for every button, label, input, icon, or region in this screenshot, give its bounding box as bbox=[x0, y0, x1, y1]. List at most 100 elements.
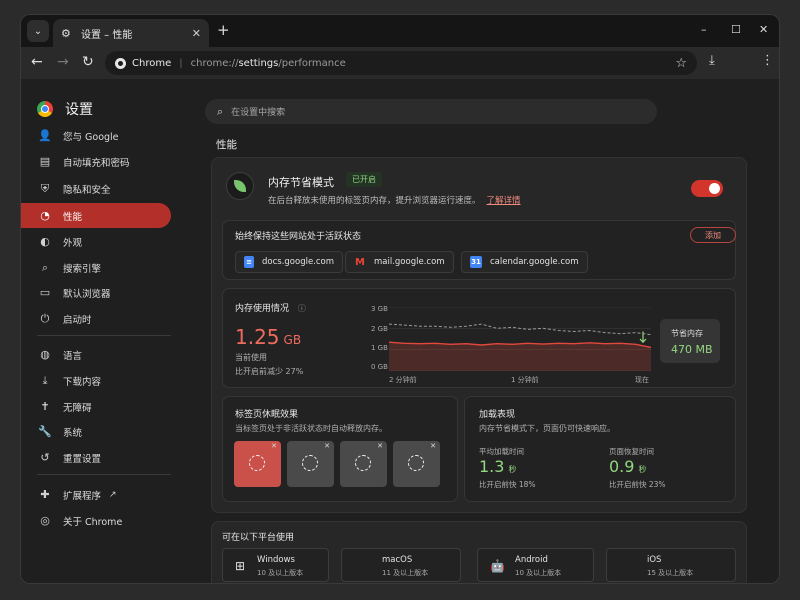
site-chip-calendar[interactable]: 31 calendar.google.com bbox=[461, 251, 588, 273]
platform-ios: iOS 15 及以上版本 bbox=[606, 548, 736, 582]
performance-panel: 内存节省模式 已开启 在后台释放未使用的标签页内存，提升浏览器运行速度。 了解详情… bbox=[211, 157, 747, 513]
bookmark-star-icon[interactable]: ☆ bbox=[675, 56, 687, 71]
download-icon: ⤓ bbox=[42, 373, 48, 387]
maximize-button[interactable]: ☐ bbox=[731, 23, 741, 36]
tab-close-icon[interactable]: ✕ bbox=[192, 27, 201, 40]
restore-label: 页面恢复时间 bbox=[609, 447, 654, 456]
tab-settings[interactable]: ⚙ 设置 – 性能 ✕ bbox=[53, 19, 209, 47]
close-icon: ✕ bbox=[271, 442, 277, 450]
browser-window: ⌄ ⚙ 设置 – 性能 ✕ + – ☐ ✕ ← → ↻ Chrome | chr… bbox=[20, 14, 780, 584]
platform-macos: macOS 11 及以上版本 bbox=[341, 548, 461, 582]
sidebar-item-you-and-google[interactable]: 👤 您与 Google bbox=[21, 123, 171, 148]
clipboard-icon: ▤ bbox=[39, 155, 51, 168]
sidebar-item-extensions[interactable]: ✚ 扩展程序 ↗ bbox=[21, 482, 171, 507]
platforms-card: 可在以下平台使用 ⊞ Windows 10 及以上版本 macOS 11 及以上… bbox=[211, 521, 747, 583]
close-icon: ✕ bbox=[377, 442, 383, 450]
active-sites-title: 始终保持这些网站处于活跃状态 bbox=[235, 232, 362, 242]
sidebar-item-default-browser[interactable]: ▭ 默认浏览器 bbox=[21, 280, 171, 305]
android-icon: 🤖 bbox=[490, 559, 505, 573]
search-icon: ⌕ bbox=[217, 104, 224, 118]
sidebar-item-on-startup[interactable]: ⏻ 启动时 bbox=[21, 306, 171, 331]
avg-load-value: 1.3 秒 bbox=[479, 457, 517, 476]
load-performance-card: 加载表现 内存节省模式下，页面仍可快速响应。 平均加载时间 1.3 秒 比开启前快… bbox=[464, 396, 736, 502]
sidebar-item-privacy[interactable]: ⛨ 隐私和安全 bbox=[21, 176, 171, 201]
sidebar-item-search-engine[interactable]: ⌕ 搜索引擎 bbox=[21, 255, 171, 280]
sidebar-item-accessibility[interactable]: ✝ 无障碍 bbox=[21, 394, 171, 419]
platforms-title: 可在以下平台使用 bbox=[222, 533, 295, 543]
settings-search[interactable]: ⌕ 在设置中搜索 bbox=[205, 99, 657, 124]
memory-saver-toggle[interactable] bbox=[691, 180, 723, 197]
reduction-arrow-icon bbox=[639, 331, 647, 344]
wrench-icon: 🔧 bbox=[38, 425, 52, 438]
tab-search-button[interactable]: ⌄ bbox=[27, 20, 49, 42]
download-icon[interactable]: ⤓ bbox=[709, 53, 715, 68]
site-chip-docs[interactable]: ≡ docs.google.com bbox=[235, 251, 344, 273]
memory-usage-card: 内存使用情况 ⓘ 1.25 GB 当前使用 比开启前减少 27% 3 GB 2 G… bbox=[222, 288, 736, 388]
memory-value: 1.25 GB bbox=[235, 325, 302, 349]
sleeping-tab-tile: ✕ bbox=[287, 441, 334, 487]
tab-sleep-card: 标签页休眠效果 当标签页处于非活跃状态时自动释放内存。 ✕ ✕ ✕ ✕ bbox=[222, 396, 458, 502]
sidebar-item-appearance[interactable]: ◐ 外观 bbox=[21, 229, 171, 254]
avg-load-note: 比开启前快 18% bbox=[479, 480, 536, 489]
avg-load-label: 平均加载时间 bbox=[479, 447, 524, 456]
external-link-icon: ↗ bbox=[109, 489, 117, 500]
globe-icon: ◍ bbox=[40, 348, 50, 361]
status-badge: 已开启 bbox=[346, 172, 382, 187]
site-chip-mail[interactable]: M mail.google.com bbox=[345, 251, 454, 273]
baseline-series-line bbox=[389, 323, 651, 336]
reload-button[interactable]: ↻ bbox=[82, 54, 94, 70]
memory-series-area bbox=[389, 342, 651, 371]
sidebar-item-performance[interactable]: ◔ 性能 bbox=[21, 203, 171, 228]
menu-kebab-icon[interactable]: ⋮ bbox=[761, 53, 774, 68]
y-tick-label: 2 GB bbox=[371, 325, 388, 333]
current-usage-label: 当前使用 bbox=[235, 353, 267, 362]
url-scheme: chrome:// bbox=[190, 57, 239, 69]
help-icon[interactable]: ⓘ bbox=[298, 304, 306, 313]
back-button[interactable]: ← bbox=[31, 54, 43, 70]
sidebar-item-languages[interactable]: ◍ 语言 bbox=[21, 342, 171, 367]
power-icon: ⏻ bbox=[40, 311, 50, 325]
reduction-label: 比开启前减少 27% bbox=[235, 367, 304, 376]
palette-icon: ◐ bbox=[40, 235, 50, 248]
sidebar-divider bbox=[37, 335, 171, 336]
settings-brand: 设置 bbox=[37, 99, 93, 119]
add-site-button[interactable]: 添加 bbox=[690, 227, 736, 243]
address-bar[interactable]: Chrome | chrome:// settings /performance… bbox=[105, 51, 697, 75]
close-icon: ✕ bbox=[324, 442, 330, 450]
sleeping-tab-tile: ✕ bbox=[393, 441, 440, 487]
shield-icon: ⛨ bbox=[40, 181, 50, 195]
restore-note: 比开启前快 23% bbox=[609, 480, 666, 489]
y-tick-label: 1 GB bbox=[371, 344, 388, 352]
settings-content: 设置 👤 您与 Google ▤ 自动填充和密码 ⛨ 隐私和安全 ◔ 性能 ◐ 外观 ⌕ 搜… bbox=[21, 79, 779, 583]
settings-sidebar: 设置 👤 您与 Google ▤ 自动填充和密码 ⛨ 隐私和安全 ◔ 性能 ◐ 外观 ⌕ 搜… bbox=[21, 79, 181, 583]
settings-title: 设置 bbox=[65, 102, 93, 118]
loading-icon bbox=[302, 455, 318, 471]
page-title: 性能 bbox=[216, 139, 237, 151]
puzzle-icon: ✚ bbox=[40, 488, 50, 501]
accessibility-icon: ✝ bbox=[40, 400, 50, 413]
search-input[interactable]: 在设置中搜索 bbox=[231, 105, 285, 118]
active-sites-card: 始终保持这些网站处于活跃状态 添加 ≡ docs.google.com M ma… bbox=[222, 220, 736, 280]
sidebar-item-system[interactable]: 🔧 系统 bbox=[21, 419, 171, 444]
sidebar-item-reset[interactable]: ↺ 重置设置 bbox=[21, 445, 171, 470]
docs-icon: ≡ bbox=[244, 256, 254, 268]
gmail-icon: M bbox=[355, 256, 365, 268]
restore-value: 0.9 秒 bbox=[609, 457, 647, 476]
forward-button[interactable]: → bbox=[57, 54, 69, 70]
gear-icon: ⚙ bbox=[61, 26, 71, 40]
close-window-button[interactable]: ✕ bbox=[759, 23, 768, 36]
minimize-button[interactable]: – bbox=[701, 23, 707, 36]
learn-more-link[interactable]: 了解详情 bbox=[487, 196, 521, 206]
sidebar-item-autofill[interactable]: ▤ 自动填充和密码 bbox=[21, 149, 171, 174]
memory-chart bbox=[389, 307, 651, 371]
toolbar: ← → ↻ Chrome | chrome:// settings /perfo… bbox=[21, 47, 779, 79]
tab-sleep-subtitle: 当标签页处于非活跃状态时自动释放内存。 bbox=[235, 424, 387, 433]
search-icon: ⌕ bbox=[41, 260, 49, 274]
chrome-icon: ◎ bbox=[40, 514, 50, 527]
chrome-logo-icon bbox=[37, 101, 53, 117]
calendar-icon: 31 bbox=[470, 256, 482, 268]
tab-sleep-title: 标签页休眠效果 bbox=[235, 410, 299, 420]
sidebar-item-downloads[interactable]: ⤓ 下载内容 bbox=[21, 368, 171, 393]
sidebar-item-about-chrome[interactable]: ◎ 关于 Chrome bbox=[21, 508, 171, 533]
new-tab-button[interactable]: + bbox=[217, 21, 230, 39]
